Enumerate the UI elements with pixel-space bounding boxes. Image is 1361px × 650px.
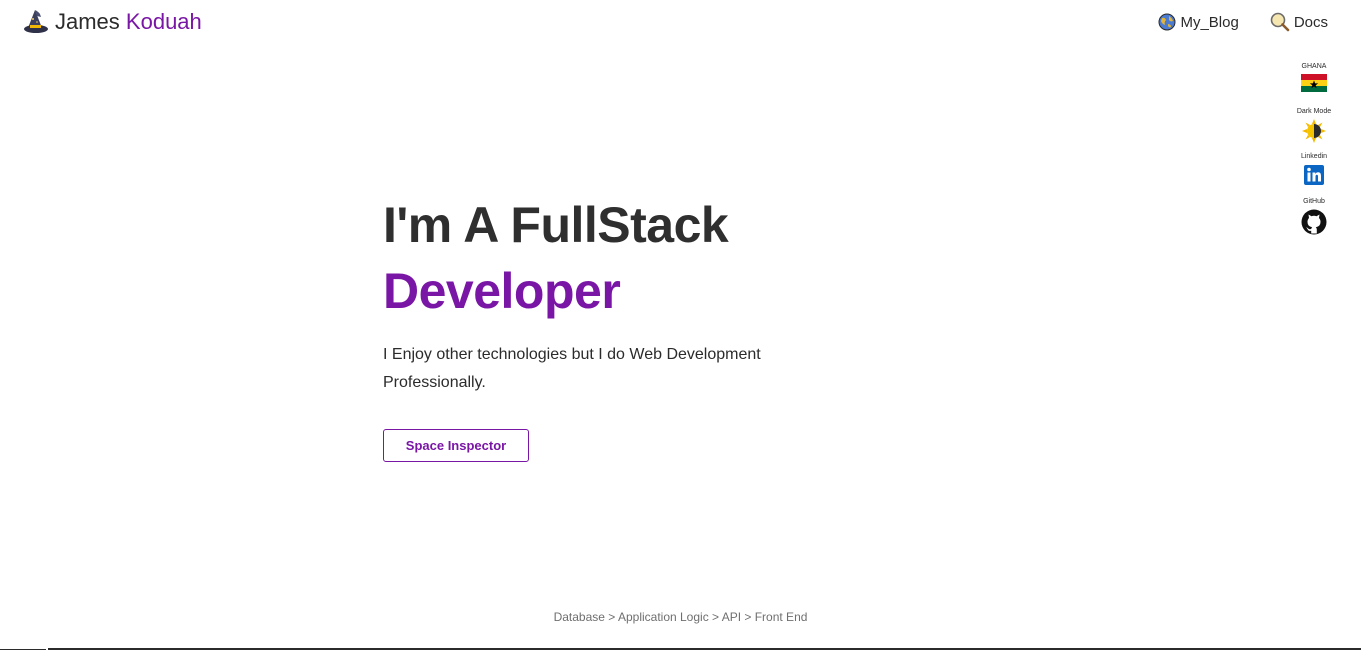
nav-link-docs[interactable]: Docs [1269,12,1328,32]
social-item-ghana[interactable]: GHANA [1301,63,1327,108]
linkedin-icon [1303,161,1325,186]
stack-breadcrumb: Database > Application Logic > API > Fro… [553,610,808,624]
hero-section: I'm A FullStack Developer I Enjoy other … [383,192,823,462]
ghana-flag-icon [1301,71,1327,92]
nav-label-blog: My_Blog [1180,13,1239,31]
social-item-dark-mode[interactable]: Dark Mode [1297,108,1331,153]
social-label-dark-mode: Dark Mode [1296,108,1332,115]
logo-text: James Koduah [55,9,202,35]
github-icon [1301,206,1327,235]
wizard-hat-icon [22,8,50,36]
social-item-linkedin[interactable]: Linkedin [1301,153,1327,198]
sun-moon-icon [1301,116,1326,143]
nav-label-docs: Docs [1293,13,1328,31]
logo-first-name: James [55,9,120,34]
nav-link-blog[interactable]: My_Blog [1157,12,1239,32]
logo-link[interactable]: James Koduah [22,8,202,36]
logo-last-name: Koduah [125,9,202,34]
top-nav: My_Blog Docs [1157,12,1328,32]
space-inspector-button[interactable]: Space Inspector [383,429,529,462]
hero-title: I'm A FullStack Developer [383,192,823,324]
social-sidebar: GHANA Dark Mode Linkedin GitHub [1294,63,1334,243]
globe-icon [1157,12,1177,32]
magnifier-icon [1269,12,1291,32]
hero-subtitle: I Enjoy other technologies but I do Web … [383,346,761,391]
social-label-linkedin: Linkedin [1300,153,1328,160]
social-label-github: GitHub [1303,198,1325,205]
hero-title-line1: I'm A FullStack [383,197,729,253]
hero-title-line2: Developer [383,263,621,319]
social-label-ghana: GHANA [1301,63,1327,70]
social-item-github[interactable]: GitHub [1301,198,1327,243]
